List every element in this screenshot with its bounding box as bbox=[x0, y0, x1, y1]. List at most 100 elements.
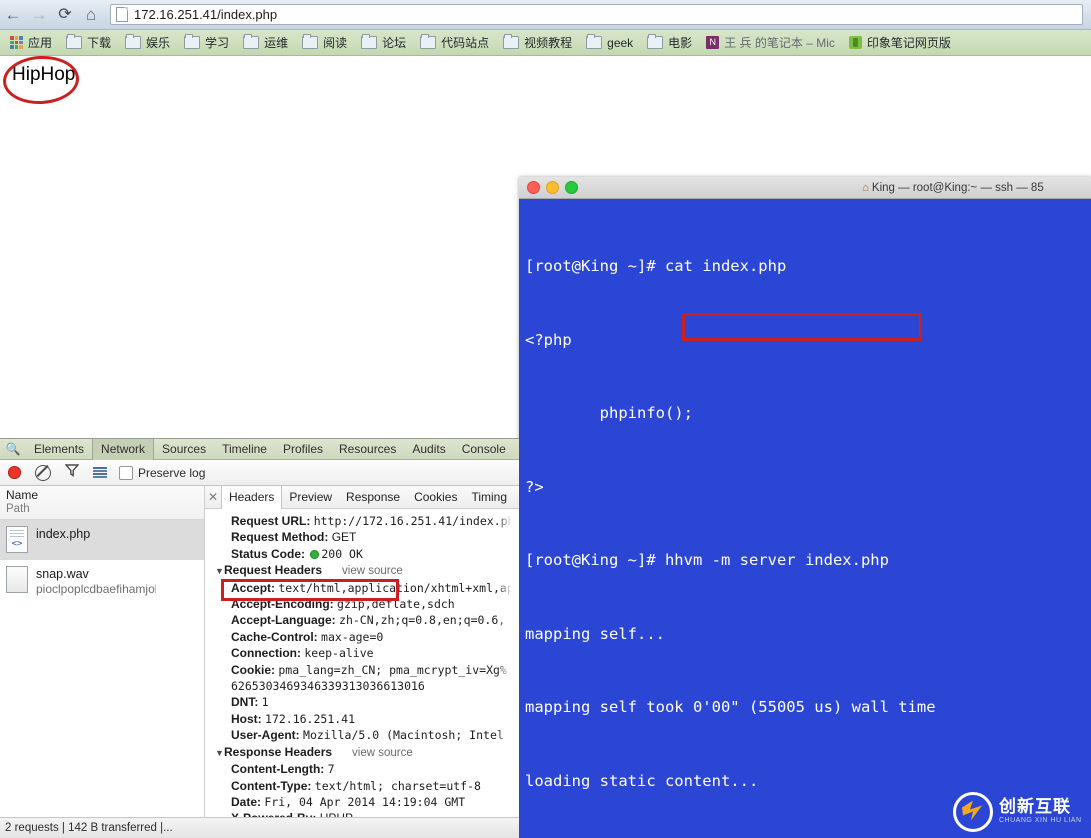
forward-icon[interactable]: → bbox=[26, 2, 52, 28]
bookmark-label: 电影 bbox=[668, 36, 693, 50]
request-list-header: Name Path bbox=[0, 486, 204, 520]
header-key: Content-Type: bbox=[231, 778, 312, 793]
page-document-icon bbox=[116, 7, 128, 22]
home-icon: ⌂ bbox=[862, 181, 869, 194]
header-value: GET bbox=[331, 530, 357, 545]
reload-icon[interactable]: ⟳ bbox=[52, 2, 78, 28]
bookmark-study[interactable]: 学习 bbox=[178, 33, 235, 53]
tab-resources[interactable]: Resources bbox=[331, 439, 404, 460]
header-key: User-Agent: bbox=[231, 728, 300, 743]
bookmark-geek[interactable]: geek bbox=[580, 33, 639, 53]
preserve-log-toggle[interactable]: Preserve log bbox=[119, 465, 206, 480]
terminal-output[interactable]: [root@King ~]# cat index.php <?php phpin… bbox=[519, 199, 1091, 838]
request-detail-tabs: ✕ Headers Preview Response Cookies Timin… bbox=[205, 486, 519, 509]
folder-icon bbox=[184, 34, 201, 49]
tab-preview[interactable]: Preview bbox=[282, 486, 339, 509]
header-value: 200 OK bbox=[321, 546, 363, 561]
devtools-tabbar: 🔍 Elements Network Sources Timeline Prof… bbox=[0, 439, 519, 460]
document-code-icon bbox=[6, 526, 28, 553]
address-bar[interactable]: 172.16.251.41/index.php bbox=[110, 4, 1083, 25]
bookmark-code-sites[interactable]: 代码站点 bbox=[414, 33, 495, 53]
folder-icon bbox=[361, 34, 378, 49]
tab-sources[interactable]: Sources bbox=[154, 439, 214, 460]
header-key: Connection: bbox=[231, 646, 301, 661]
bookmarks-bar: 应用 下载 娱乐 学习 运维 阅读 论坛 代码站点 视频教程 geek 电影 N… bbox=[0, 30, 1091, 56]
record-icon[interactable] bbox=[8, 466, 21, 479]
headers-content: Request URL: http://172.16.251.41/index.… bbox=[205, 509, 519, 836]
tab-cookies[interactable]: Cookies bbox=[407, 486, 464, 509]
bookmark-forum[interactable]: 论坛 bbox=[355, 33, 412, 53]
header-row-request-method: Request Method: GET bbox=[205, 529, 519, 545]
header-value: max-age=0 bbox=[321, 629, 384, 644]
request-path: pioclpoplcdbaefihamjoh bbox=[36, 582, 156, 596]
header-key: Request Method: bbox=[231, 530, 329, 545]
bookmark-entertainment[interactable]: 娱乐 bbox=[119, 33, 176, 53]
header-key: DNT: bbox=[231, 695, 259, 710]
search-icon[interactable]: 🔍 bbox=[0, 442, 26, 456]
header-value: keep-alive bbox=[304, 646, 374, 661]
evernote-icon bbox=[848, 36, 862, 49]
annotation-ellipse-hiphop bbox=[1, 54, 81, 106]
tab-headers[interactable]: Headers bbox=[221, 486, 283, 509]
bookmark-evernote[interactable]: 印象笔记网页版 bbox=[843, 33, 957, 53]
terminal-title-text: King — root@King:~ — ssh — 85 bbox=[871, 181, 1044, 194]
folder-icon bbox=[586, 34, 603, 49]
bookmark-label: 阅读 bbox=[323, 36, 348, 50]
tab-audits[interactable]: Audits bbox=[404, 439, 453, 460]
preserve-log-checkbox[interactable] bbox=[119, 465, 133, 480]
column-header-path[interactable]: Path bbox=[6, 502, 198, 516]
tab-profiles[interactable]: Profiles bbox=[275, 439, 331, 460]
header-key: Status Code: bbox=[231, 546, 306, 561]
clear-icon[interactable] bbox=[35, 464, 51, 481]
list-item[interactable]: index.php bbox=[0, 520, 204, 560]
tab-timeline[interactable]: Timeline bbox=[214, 439, 275, 460]
preserve-log-label: Preserve log bbox=[138, 465, 206, 480]
request-detail: ✕ Headers Preview Response Cookies Timin… bbox=[205, 486, 519, 838]
tab-timing[interactable]: Timing bbox=[464, 486, 514, 509]
terminal-line: mapping self took 0'00" (55005 us) wall … bbox=[525, 698, 936, 716]
annotation-box-hhvm-command bbox=[682, 313, 922, 341]
header-row: Date: Fri, 04 Apr 2014 14:19:04 GMT bbox=[205, 794, 519, 810]
bookmark-label: 印象笔记网页版 bbox=[866, 36, 951, 50]
bookmark-reading[interactable]: 阅读 bbox=[296, 33, 353, 53]
folder-icon bbox=[302, 34, 319, 49]
tab-response[interactable]: Response bbox=[339, 486, 407, 509]
close-icon[interactable]: ✕ bbox=[205, 486, 221, 509]
header-row: Cookie: pma_lang=zh_CN; pma_mcrypt_iv=Xg… bbox=[205, 662, 519, 678]
bookmark-onenote[interactable]: N 王 兵 的笔记本 – Mic bbox=[700, 33, 841, 53]
home-icon[interactable]: ⌂ bbox=[78, 2, 104, 28]
terminal-title: ⌂ King — root@King:~ — ssh — 85 bbox=[519, 182, 1091, 194]
back-icon[interactable]: ← bbox=[0, 2, 26, 28]
header-row: Cache-Control: max-age=0 bbox=[205, 629, 519, 645]
list-view-icon[interactable] bbox=[93, 466, 107, 479]
bookmark-movies[interactable]: 电影 bbox=[641, 33, 698, 53]
bookmark-label: 下载 bbox=[87, 36, 112, 50]
view-source-link[interactable]: view source bbox=[342, 565, 403, 577]
bookmark-downloads[interactable]: 下载 bbox=[60, 33, 117, 53]
bookmark-video-tutorials[interactable]: 视频教程 bbox=[497, 33, 578, 53]
view-source-link[interactable]: view source bbox=[352, 747, 413, 759]
header-value: zh-CN,zh;q=0.8,en;q=0.6, bbox=[339, 613, 506, 628]
watermark-cn-text: 创新互联 bbox=[999, 797, 1071, 816]
tab-elements[interactable]: Elements bbox=[26, 439, 92, 460]
filter-icon[interactable] bbox=[64, 463, 80, 482]
bookmark-ops[interactable]: 运维 bbox=[237, 33, 294, 53]
header-key: Cache-Control: bbox=[231, 629, 318, 644]
folder-icon bbox=[243, 34, 260, 49]
tab-network[interactable]: Network bbox=[92, 439, 155, 460]
column-header-name[interactable]: Name bbox=[6, 488, 198, 502]
folder-icon bbox=[66, 34, 83, 49]
bookmark-label: 应用 bbox=[28, 36, 53, 50]
list-item[interactable]: snap.wav pioclpoplcdbaefihamjoh bbox=[0, 560, 204, 600]
request-name: index.php bbox=[36, 527, 91, 541]
header-value: 172.16.251.41 bbox=[265, 711, 356, 726]
section-request-headers[interactable]: ▼Request Headers view source bbox=[205, 562, 519, 579]
terminal-titlebar: ⌂ King — root@King:~ — ssh — 85 bbox=[519, 177, 1091, 199]
bookmark-apps[interactable]: 应用 bbox=[4, 33, 58, 53]
header-key: Cookie: bbox=[231, 662, 276, 677]
section-response-headers[interactable]: ▼Response Headers view source bbox=[205, 744, 519, 761]
watermark-en-text: CHUANG XIN HU LIAN bbox=[999, 817, 1082, 824]
bookmark-label: 视频教程 bbox=[524, 36, 573, 50]
section-label: Response Headers bbox=[224, 744, 333, 759]
tab-console[interactable]: Console bbox=[454, 439, 514, 460]
